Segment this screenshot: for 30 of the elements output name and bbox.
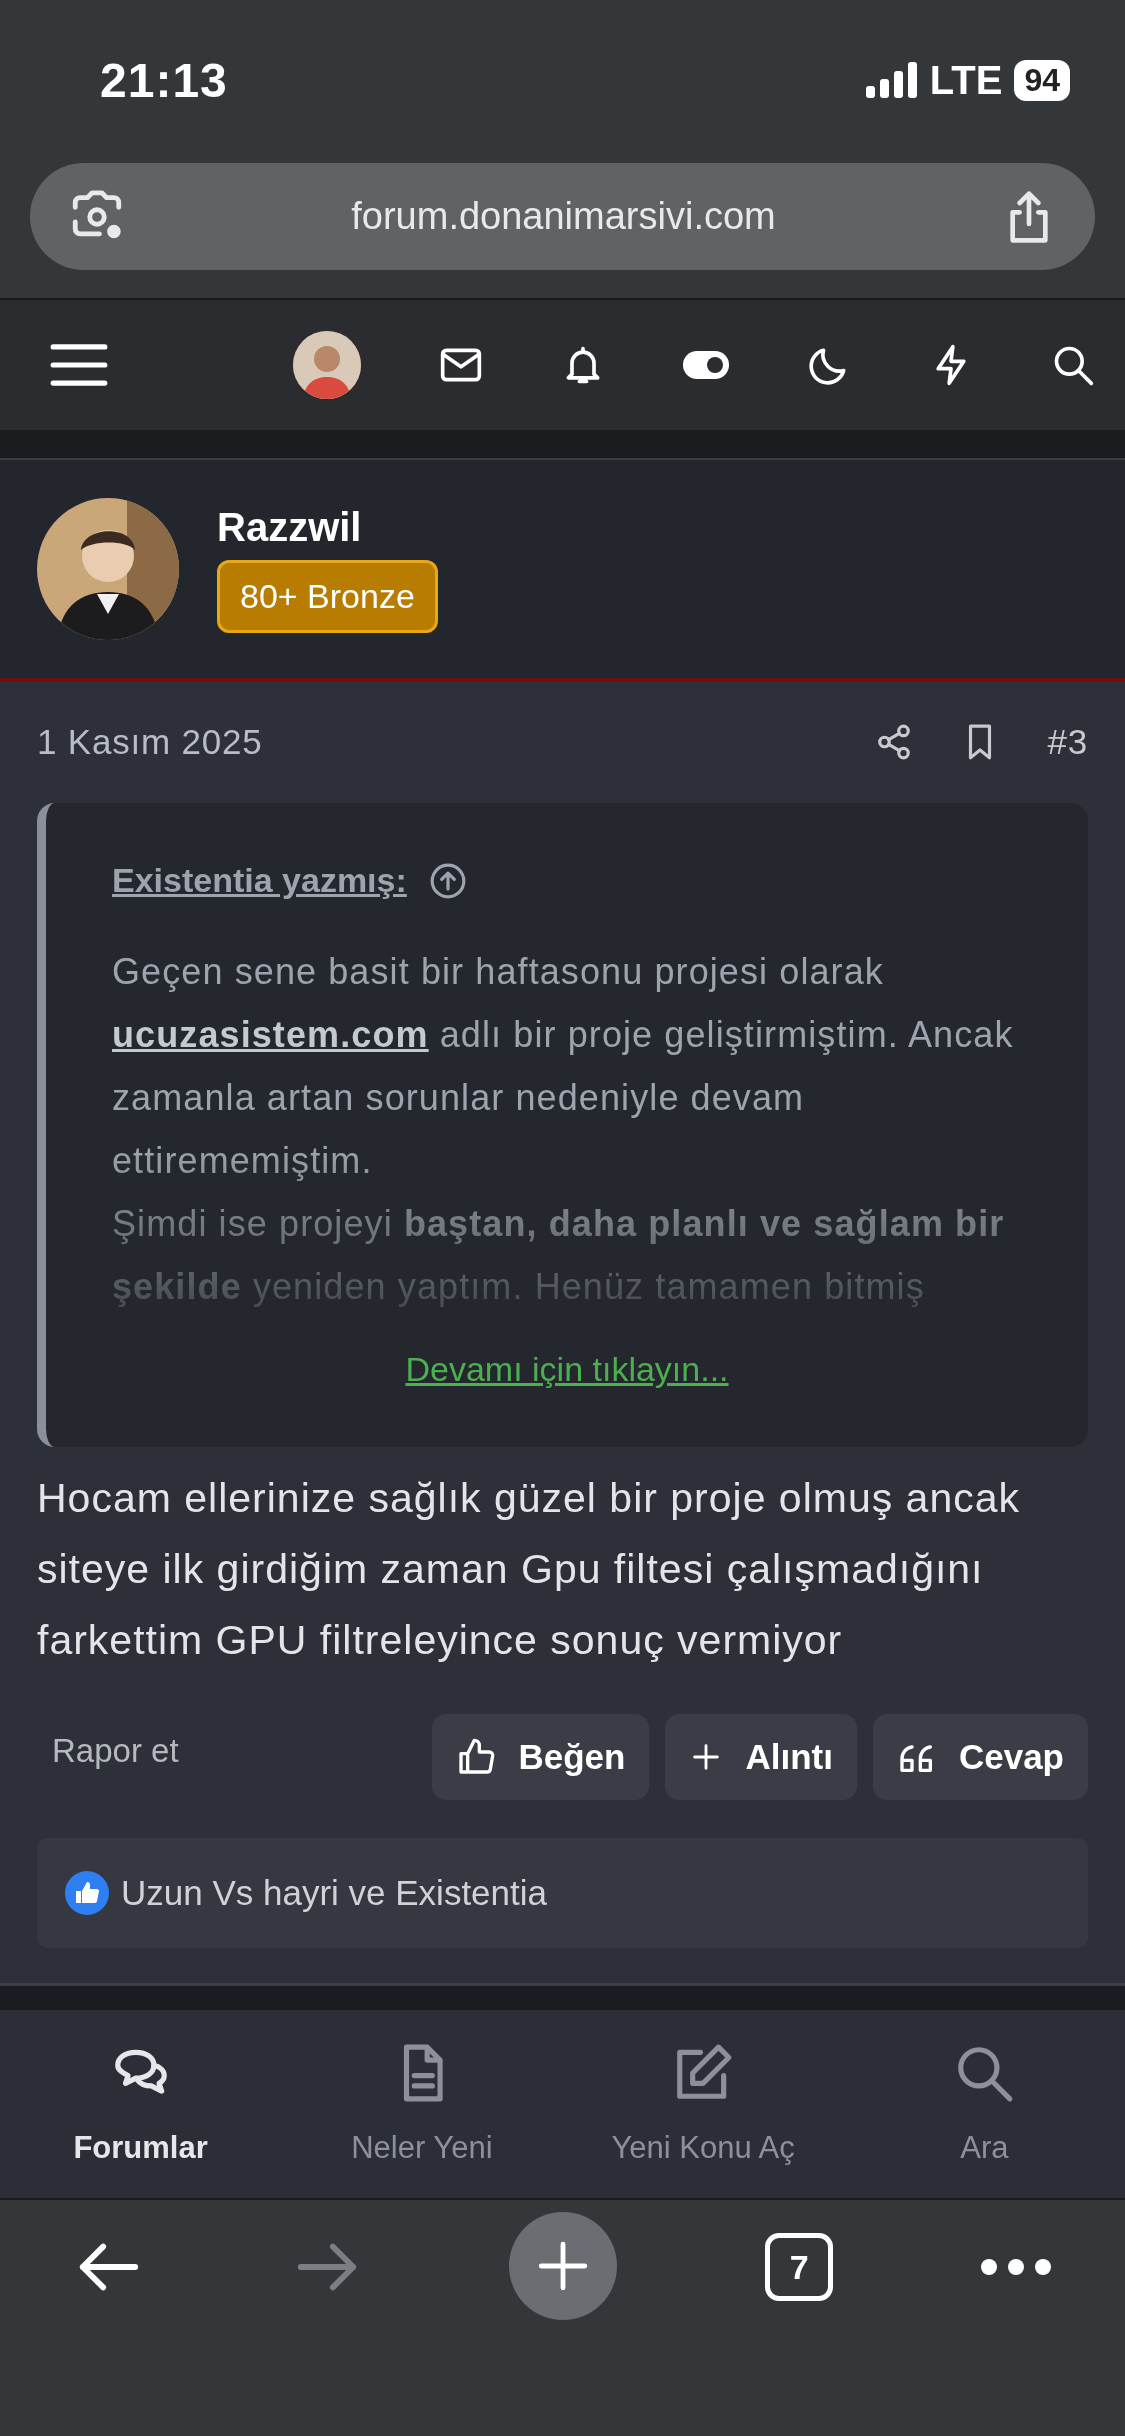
post-number[interactable]: #3 xyxy=(1047,722,1088,762)
rank-badge: 80+ Bronze xyxy=(217,560,438,633)
post-date[interactable]: 1 Kasım 2025 xyxy=(37,722,263,762)
arrow-up-circle-icon xyxy=(428,861,467,900)
quote-button[interactable]: Alıntı xyxy=(665,1714,857,1800)
url-text: forum.donanimarsivi.com xyxy=(350,195,777,238)
signal-icon xyxy=(865,62,918,98)
reactions-bar[interactable]: Uzun Vs hayri ve Existentia xyxy=(37,1838,1088,1948)
quote-author-link[interactable]: Existentia yazmış: xyxy=(112,861,407,900)
link[interactable]: ucuzasistem.com xyxy=(112,1014,429,1055)
reactions-text: Uzun Vs hayri ve Existentia xyxy=(121,1873,547,1913)
report-link[interactable]: Rapor et xyxy=(52,1732,179,1770)
nav-tab[interactable]: Yeni Konu Aç xyxy=(562,2010,844,2198)
reply-button[interactable]: Cevap xyxy=(872,1714,1088,1800)
nav-tab[interactable]: Neler Yeni xyxy=(281,2010,563,2198)
toggle-icon[interactable] xyxy=(683,351,729,379)
address-bar[interactable]: forum.donanimarsivi.com xyxy=(30,163,1095,270)
quote-text: Geçen sene basit bir haftasonu projesi olarak ucuzasistem.com adlı bir proje geliştirmiştim. Ancak zamanla artan sorunlar nedeniyle devam ettirememiştim. xyxy=(112,950,1015,1183)
more-icon xyxy=(981,2259,1052,2275)
expand-link[interactable]: Devamı için tıklayın... xyxy=(405,1350,729,1388)
clock: 21:13 xyxy=(100,52,228,108)
post-text: Hocam ellerinize sağlık güzel bir proje olmuş ancak siteye ilk girdiğim zaman Gpu filtesi çalışmadığını farkettim GPU filtreleyince sonuç vermiyor xyxy=(37,1474,1022,1665)
like-reaction-icon xyxy=(65,1871,109,1915)
username[interactable]: Razzwil xyxy=(217,505,362,550)
nav-tab[interactable]: Forumlar xyxy=(0,2010,282,2198)
nav-tab[interactable]: Ara xyxy=(843,2010,1125,2198)
like-button[interactable]: Beğen xyxy=(432,1714,650,1800)
network-type: LTE xyxy=(929,57,1003,103)
thumbs-up-icon xyxy=(456,1737,497,1777)
battery-level: 94 xyxy=(1014,59,1070,101)
